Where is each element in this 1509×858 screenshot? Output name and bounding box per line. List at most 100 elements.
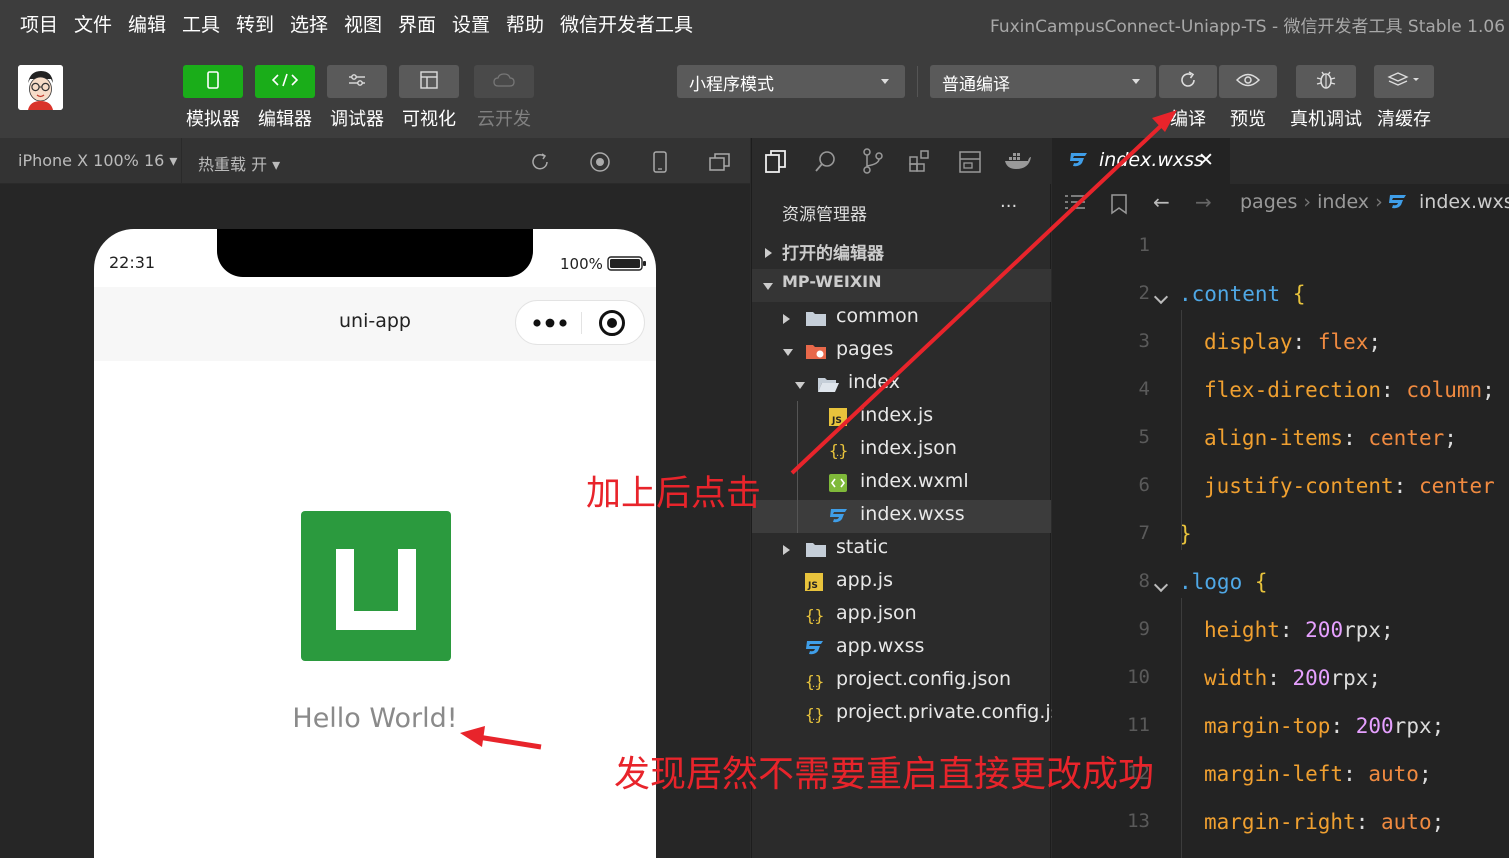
tree-folder-item[interactable]: pages (752, 335, 1051, 368)
mini-program-navbar: uni-app (94, 287, 656, 361)
code-line[interactable]: 4 flex-direction: column; (1052, 368, 1509, 416)
record-icon[interactable] (589, 151, 611, 177)
menu-item-tools[interactable]: 工具 (182, 10, 220, 37)
code-line[interactable]: 1 (1052, 224, 1509, 272)
tree-file-item[interactable]: {}.. app.json (752, 599, 1051, 632)
phone-screen[interactable]: 22:31 100% uni-app Hello World! (94, 229, 656, 858)
forward-arrow-icon[interactable]: → (1195, 190, 1212, 214)
uni-app-logo (301, 511, 451, 661)
extensions-icon[interactable] (908, 149, 932, 177)
phone-notch (217, 229, 533, 277)
menu-item-devtools[interactable]: 微信开发者工具 (560, 10, 693, 37)
code-token: margin-left (1204, 762, 1344, 786)
capsule-menu (515, 300, 645, 345)
debugger-toggle-button[interactable] (327, 65, 387, 98)
layers-icon (1387, 71, 1421, 93)
back-arrow-icon[interactable]: ← (1153, 190, 1170, 214)
explorer-more-button[interactable]: ··· (1000, 196, 1017, 217)
files-icon[interactable] (764, 149, 788, 179)
menu-item-project[interactable]: 项目 (20, 10, 58, 37)
fold-chevron-icon[interactable] (1153, 577, 1169, 593)
source-control-icon[interactable] (862, 148, 884, 178)
eye-icon (1235, 72, 1261, 92)
hot-reload-select[interactable]: 热重载 开 ▾ (198, 151, 280, 175)
tree-folder-item[interactable]: index (752, 368, 1051, 401)
tree-indent-guide (797, 500, 798, 533)
code-line[interactable]: 7} (1052, 512, 1509, 560)
js-file-icon: JS (829, 408, 847, 431)
fold-chevron-icon[interactable] (1153, 289, 1169, 305)
menu-item-file[interactable]: 文件 (74, 10, 112, 37)
clear-cache-button[interactable] (1374, 65, 1434, 98)
preview-button[interactable] (1219, 65, 1277, 98)
code-line[interactable]: 3 display: flex; (1052, 320, 1509, 368)
menu-item-select[interactable]: 选择 (290, 10, 328, 37)
detach-window-icon[interactable] (708, 151, 732, 177)
svg-text:JS: JS (831, 416, 842, 426)
svg-text:..: .. (812, 679, 818, 690)
close-miniprogram-icon[interactable] (598, 309, 626, 341)
tree-folder-item[interactable]: static (752, 533, 1051, 566)
avatar[interactable] (18, 65, 63, 110)
code-token: : (1267, 666, 1293, 690)
tree-file-item[interactable]: JS index.js (752, 401, 1051, 434)
code-line[interactable]: 5 align-items: center; (1052, 416, 1509, 464)
menu-item-view[interactable]: 视图 (344, 10, 382, 37)
tree-file-item[interactable]: JS app.js (752, 566, 1051, 599)
tree-file-item[interactable]: index.wxml (752, 467, 1051, 500)
search-icon[interactable] (814, 149, 838, 177)
editor-toggle-button[interactable] (255, 65, 315, 98)
more-dots-icon[interactable] (532, 314, 568, 336)
breadcrumb-index[interactable]: index (1317, 191, 1369, 213)
close-icon[interactable]: ✕ (1198, 149, 1214, 171)
tree-file-item[interactable]: {}.. project.config.json (752, 665, 1051, 698)
code-line[interactable]: 8 .logo { (1052, 560, 1509, 608)
compile-mode-select[interactable]: 普通编译 (930, 65, 1156, 98)
docker-icon[interactable] (1004, 151, 1032, 175)
menu-item-help[interactable]: 帮助 (506, 10, 544, 37)
remote-debug-label: 真机调试 (1290, 109, 1362, 130)
bookmark-icon[interactable] (1110, 193, 1128, 219)
tree-file-item[interactable]: {}.. index.json (752, 434, 1051, 467)
outline-icon[interactable] (1064, 193, 1086, 217)
breadcrumb-file[interactable]: index.wxss (1419, 191, 1509, 213)
tree-file-item[interactable]: app.wxss (752, 632, 1051, 665)
code-line[interactable]: 13 margin-right: auto; (1052, 800, 1509, 848)
phone-icon (206, 70, 220, 93)
menu-item-settings[interactable]: 设置 (452, 10, 490, 37)
open-editors-section[interactable]: 打开的编辑器 (752, 236, 1051, 269)
code-token: : (1279, 618, 1306, 642)
device-select[interactable]: iPhone X 100% 16 ▾ (18, 151, 177, 170)
tree-file-item[interactable]: {}.. project.private.config.js... (752, 698, 1079, 731)
compile-button[interactable] (1159, 65, 1217, 98)
tree-folder-item[interactable]: common (752, 302, 1051, 335)
tree-file-item[interactable]: index.wxss (752, 500, 1051, 533)
visual-toggle-button[interactable] (399, 65, 459, 98)
code-token: height (1204, 618, 1280, 642)
code-line[interactable]: 6 justify-content: center (1052, 464, 1509, 512)
code-text: align-items: center; (1204, 426, 1457, 450)
code-line[interactable]: 2 .content { (1052, 272, 1509, 320)
code-token: { (1292, 282, 1306, 306)
device-icon[interactable] (651, 150, 669, 178)
simulator-toggle-button[interactable] (183, 65, 243, 98)
project-section[interactable]: MP-WEIXIN (752, 269, 1051, 302)
code-token: ; (1381, 618, 1394, 642)
menu-item-goto[interactable]: 转到 (236, 10, 274, 37)
code-line[interactable]: 9 height: 200rpx; (1052, 608, 1509, 656)
remote-debug-button[interactable] (1296, 65, 1356, 98)
cloud-dev-button[interactable] (474, 65, 534, 98)
tree-indent-guide (797, 401, 798, 434)
menu-item-edit[interactable]: 编辑 (128, 10, 166, 37)
rotate-icon[interactable] (529, 151, 551, 177)
code-text: height: 200rpx; (1204, 618, 1394, 642)
code-text: .logo { (1179, 570, 1268, 594)
menu-item-interface[interactable]: 界面 (398, 10, 436, 37)
simulator-label: 模拟器 (186, 109, 240, 130)
breadcrumb-pages[interactable]: pages (1240, 191, 1297, 213)
tab-index-wxss[interactable]: index.wxss ✕ (1052, 138, 1230, 184)
mode-select[interactable]: 小程序模式 (677, 65, 905, 98)
template-icon[interactable] (958, 150, 982, 178)
code-line[interactable]: 10 width: 200rpx; (1052, 656, 1509, 704)
